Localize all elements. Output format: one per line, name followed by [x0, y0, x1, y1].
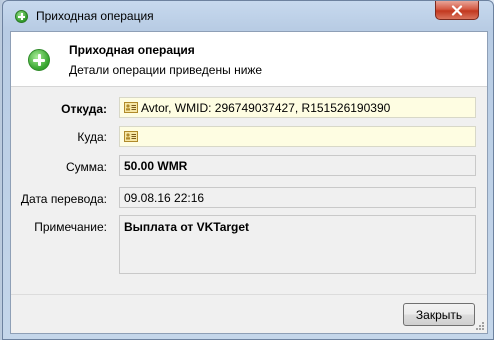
contact-card-icon [124, 102, 138, 113]
window-title: Приходная операция [36, 9, 154, 23]
from-value: Avtor, WMID: 296749037427, R151526190390 [141, 100, 391, 115]
note-field[interactable]: Выплата от VKTarget [119, 215, 476, 274]
resize-grip-icon[interactable] [475, 321, 485, 331]
title-bar[interactable]: Приходная операция [3, 1, 493, 31]
dialog-footer: Закрыть [11, 294, 487, 333]
window-close-button[interactable] [435, 1, 479, 20]
date-field: 09.08.16 22:16 [119, 187, 476, 208]
to-field[interactable] [119, 126, 476, 147]
close-button[interactable]: Закрыть [403, 303, 475, 326]
amount-value: 50.00 WMR [124, 158, 188, 173]
from-label: Откуда: [61, 102, 107, 116]
dialog-header: Приходная операция Детали операции приве… [11, 32, 487, 87]
amount-label: Сумма: [65, 160, 107, 174]
note-value: Выплата от VKTarget [124, 220, 250, 234]
note-label: Примечание: [34, 220, 107, 234]
date-value: 09.08.16 22:16 [124, 190, 205, 205]
from-field[interactable]: Avtor, WMID: 296749037427, R151526190390 [119, 97, 476, 118]
dialog-content: Приходная операция Детали операции приве… [10, 31, 488, 334]
contact-card-icon [124, 131, 138, 142]
add-circle-icon [15, 10, 28, 23]
to-label: Куда: [77, 130, 107, 144]
amount-field: 50.00 WMR [119, 155, 476, 176]
date-label: Дата перевода: [20, 192, 107, 206]
add-circle-icon [28, 49, 50, 71]
close-icon [451, 4, 463, 16]
header-title: Приходная операция [69, 43, 195, 57]
dialog-window: Приходная операция Приходная операция Де… [2, 0, 494, 340]
header-subtitle: Детали операции приведены ниже [69, 63, 263, 77]
